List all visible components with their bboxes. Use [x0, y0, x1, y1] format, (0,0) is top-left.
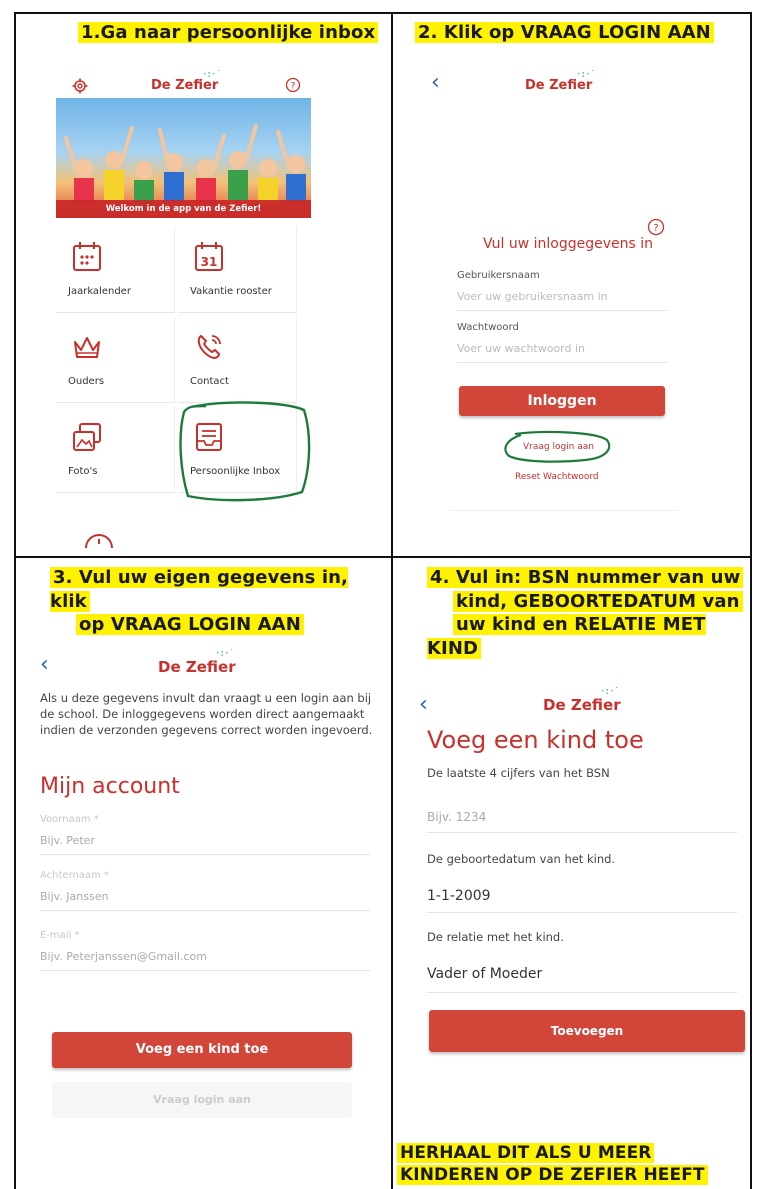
back-arrow-icon[interactable]: ‹	[431, 72, 440, 94]
app-logo: De Zefier ·:·˙	[543, 687, 621, 714]
footer-divider	[449, 510, 679, 511]
panel-step-1: 1.Ga naar persoonlijke inbox De Zefier ·:…	[16, 14, 391, 556]
gear-icon[interactable]	[72, 78, 88, 94]
bsn-label: De laatste 4 cijfers van het BSN	[427, 766, 610, 780]
instruction-sheet: 1.Ga naar persoonlijke inbox De Zefier ·:…	[0, 0, 764, 1189]
panel-step-2: 2. Klik op VRAAG LOGIN AAN ‹ De Zefier ·:…	[393, 14, 750, 556]
account-intro: Als u deze gegevens invult dan vraagt u …	[40, 691, 373, 737]
step-2-title: 2. Klik op VRAAG LOGIN AAN	[415, 22, 714, 45]
svg-text:?: ?	[653, 223, 658, 234]
panel-step-3: 3. Vul uw eigen gegevens in, klik op VRA…	[16, 558, 391, 1189]
step-4-title: 4. Vul in: BSN nummer van uw kind, GEBOO…	[427, 566, 750, 660]
dob-underline	[427, 912, 737, 913]
panel-step-4: 4. Vul in: BSN nummer van uw kind, GEBOO…	[393, 558, 750, 1189]
tile-label: Contact	[190, 376, 229, 387]
phone-icon	[192, 330, 226, 364]
tile-ouders[interactable]: Ouders	[56, 316, 175, 403]
tile-label: Jaarkalender	[68, 286, 131, 297]
step-1-title: 1.Ga naar persoonlijke inbox	[78, 22, 379, 45]
highlight-circle	[504, 430, 611, 463]
tile-contact[interactable]: Contact	[178, 316, 297, 403]
back-arrow-icon[interactable]: ‹	[419, 694, 428, 716]
app-logo: De Zefier ·:·˙	[525, 70, 596, 93]
banner-caption: Welkom in de app van de Zefier!	[56, 200, 311, 218]
tile-jaarkalender[interactable]: Jaarkalender	[56, 226, 175, 313]
help-icon[interactable]: ?	[647, 218, 665, 236]
relation-label: De relatie met het kind.	[427, 930, 564, 944]
bsn-input[interactable]: Bijv. 1234	[427, 810, 486, 824]
account-heading: Mijn account	[40, 774, 180, 799]
step-3-title: 3. Vul uw eigen gegevens in, klik op VRA…	[50, 567, 348, 635]
username-underline	[457, 310, 667, 311]
repeat-note: HERHAAL DIT ALS U MEER KINDEREN OP DE ZE…	[397, 1142, 708, 1187]
email-input[interactable]: Bijv. Peterjanssen@Gmail.com	[40, 950, 207, 963]
app-logo: De Zefier ·:·˙	[158, 649, 236, 676]
username-label: Gebruikersnaam	[457, 270, 540, 281]
welcome-banner: Welkom in de app van de Zefier!	[56, 98, 311, 218]
request-login-button[interactable]: Vraag login aan	[52, 1082, 352, 1118]
highlight-circle	[179, 401, 311, 502]
tile-vakantie-rooster[interactable]: 31 Vakantie rooster	[178, 226, 297, 313]
first-name-label: Voornaam *	[40, 814, 99, 825]
tile-label: Foto's	[68, 466, 98, 477]
password-label: Wachtwoord	[457, 322, 519, 333]
last-name-underline	[40, 910, 370, 911]
bsn-underline	[427, 832, 737, 833]
border-right	[750, 12, 752, 1189]
dob-input[interactable]: 1-1-2009	[427, 888, 491, 904]
email-underline	[40, 970, 370, 971]
login-heading: Vul uw inloggegevens in	[483, 236, 653, 252]
back-arrow-icon[interactable]: ‹	[40, 654, 49, 676]
add-child-button[interactable]: Voeg een kind toe	[52, 1032, 352, 1068]
last-name-input[interactable]: Bijv. Janssen	[40, 890, 108, 903]
calendar-31-icon: 31	[192, 240, 226, 274]
relation-underline	[427, 992, 737, 993]
reset-password-link[interactable]: Reset Wachtwoord	[515, 472, 599, 482]
svg-text:?: ?	[291, 82, 296, 92]
tile-label: Ouders	[68, 376, 105, 387]
dob-label: De geboortedatum van het kind.	[427, 852, 616, 866]
calendar-grid-icon	[70, 240, 104, 274]
tile-label: Vakantie rooster	[190, 286, 272, 297]
last-name-label: Achternaam *	[40, 870, 110, 881]
login-button[interactable]: Inloggen	[459, 386, 665, 416]
email-label: E-mail *	[40, 930, 80, 941]
svg-text:31: 31	[201, 255, 218, 269]
add-child-heading: Voeg een kind toe	[427, 726, 644, 754]
app-logo: De Zefier ·:·˙	[151, 70, 222, 93]
password-input[interactable]: Voer uw wachtwoord in	[457, 342, 585, 355]
photos-icon	[70, 420, 104, 454]
tile-fotos[interactable]: Foto's	[56, 406, 175, 493]
add-button[interactable]: Toevoegen	[429, 1010, 745, 1052]
username-input[interactable]: Voer uw gebruikersnaam in	[457, 290, 608, 303]
relation-select[interactable]: Vader of Moeder	[427, 966, 542, 982]
clock-icon-partial	[85, 534, 113, 549]
password-underline	[457, 362, 667, 363]
help-icon[interactable]: ?	[285, 77, 301, 93]
crown-icon	[70, 330, 104, 364]
first-name-input[interactable]: Bijv. Peter	[40, 834, 95, 847]
first-name-underline	[40, 854, 370, 855]
